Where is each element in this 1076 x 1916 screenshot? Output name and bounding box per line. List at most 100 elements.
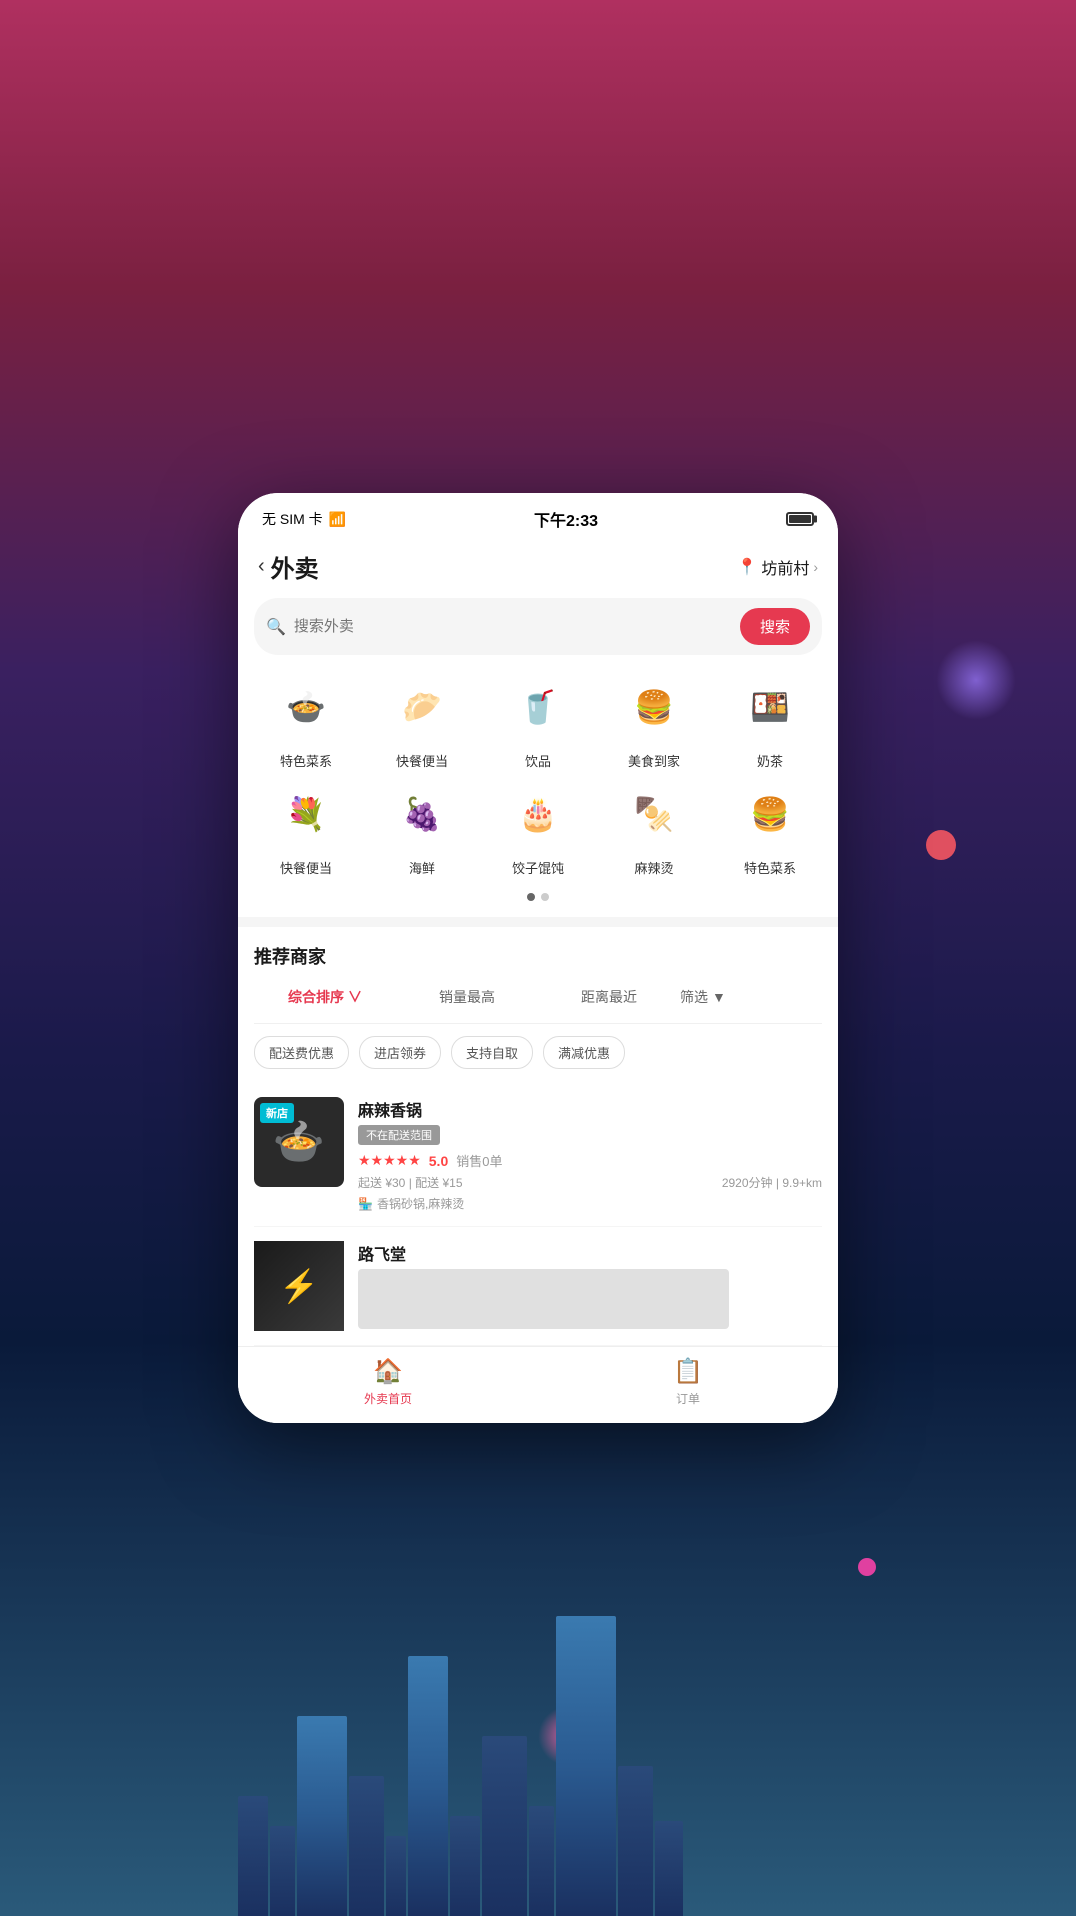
filter-tags: 配送费优惠 进店领券 支持自取 满减优惠 [254,1036,822,1069]
category-item-mala[interactable]: 🍢 麻辣烫 [604,778,704,877]
sort-filter[interactable]: 筛选 ▼ [680,983,822,1011]
category-label-tejiacai: 特色菜系 [280,751,332,770]
restaurant-img-lufeiting: ⚡ [254,1241,344,1331]
phone-container: 无 SIM 卡 📶 下午2:33 ‹ 外卖 📍 坊前村 › 🔍 搜索 [238,493,838,1423]
category-label-haixian: 海鲜 [409,858,435,877]
kuaican2-icon: 💐 [270,778,342,850]
orders-icon: 📋 [673,1357,703,1386]
merchants-title: 推荐商家 [254,943,822,969]
dot-2 [541,893,549,901]
category-img-tejiacai: 🍲 [270,671,342,743]
kuaican-icon: 🥟 [386,671,458,743]
dot-1 [527,893,535,901]
search-button[interactable]: 搜索 [740,608,810,645]
category-item-tejiacai2[interactable]: 🍔 特色菜系 [720,778,820,877]
search-input[interactable] [294,618,732,635]
stars-mala: ★★★★★ [358,1152,421,1169]
food-types-text-mala: 香锅砂锅,麻辣烫 [377,1195,464,1212]
sort-distance[interactable]: 距离最近 [538,983,680,1011]
sort-distance-label: 距离最近 [581,989,637,1005]
category-item-haixian[interactable]: 🍇 海鲜 [372,778,472,877]
distance-time-mala: 2920分钟 | 9.9+km [722,1174,822,1191]
category-section: 🍲 特色菜系 🥟 快餐便当 🥤 饮品 🍔 美食到家 [238,671,838,917]
category-label-tejiacai2: 特色菜系 [744,858,796,877]
category-img-kuaican: 🥟 [386,671,458,743]
status-right [786,512,814,526]
new-badge: 新店 [260,1103,294,1123]
tejiacai2-icon: 🍔 [734,778,806,850]
category-label-kuaican: 快餐便当 [396,751,448,770]
home-icon: 🏠 [373,1357,403,1386]
filter-tag-discount[interactable]: 满减优惠 [543,1036,625,1069]
restaurant-info-lufeiting: 路飞堂 [358,1241,822,1331]
nav-label-home: 外卖首页 [364,1390,412,1407]
nav-label-orders: 订单 [676,1390,700,1407]
category-item-kuaican[interactable]: 🥟 快餐便当 [372,671,472,770]
filter-tag-self-pickup[interactable]: 支持自取 [451,1036,533,1069]
category-item-nacha[interactable]: 🍱 奶茶 [720,671,820,770]
sim-status: 无 SIM 卡 [262,509,323,529]
bottom-nav: 🏠 外卖首页 📋 订单 [238,1346,838,1423]
search-icon: 🔍 [266,617,286,637]
category-item-jiaozi[interactable]: 🎂 饺子馄饨 [488,778,588,877]
lufeiting-placeholder [358,1269,729,1329]
status-left: 无 SIM 卡 📶 [262,509,346,529]
bg-orb-purple [936,640,1016,720]
battery-fill [789,515,811,523]
category-label-meishi: 美食到家 [628,751,680,770]
category-item-kuaican2[interactable]: 💐 快餐便当 [256,778,356,877]
category-label-kuaican2: 快餐便当 [280,858,332,877]
category-label-mala: 麻辣烫 [634,858,673,877]
category-img-nacha: 🍱 [734,671,806,743]
filter-tag-delivery-fee[interactable]: 配送费优惠 [254,1036,349,1069]
restaurant-card-lufeiting[interactable]: ⚡ 路飞堂 [254,1227,822,1346]
location-pin-icon: 📍 [737,557,757,577]
nav-item-orders[interactable]: 📋 订单 [538,1357,838,1407]
restaurant-name-lufeiting: 路飞堂 [358,1241,822,1265]
category-img-haixian: 🍇 [386,778,458,850]
sort-sales[interactable]: 销量最高 [396,983,538,1011]
restaurant-img-mala: 新店 🍲 [254,1097,344,1187]
sales-mala: 销售0单 [456,1151,502,1170]
lufeiting-icon: ⚡ [279,1267,319,1305]
meishi-icon: 🍔 [618,671,690,743]
restaurant-info-mala: 麻辣香锅 不在配送范围 ★★★★★ 5.0 销售0单 起送 ¥30 | 配送 ¥… [358,1097,822,1212]
location-selector[interactable]: 📍 坊前村 › [737,555,818,579]
location-arrow-icon: › [813,559,818,575]
city-skyline [238,1566,838,1916]
battery-icon [786,512,814,526]
bg-orb-pink [858,1558,876,1576]
category-item-tejiacai[interactable]: 🍲 特色菜系 [256,671,356,770]
category-item-meishi[interactable]: 🍔 美食到家 [604,671,704,770]
filter-tag-coupon[interactable]: 进店领券 [359,1036,441,1069]
category-img-meishi: 🍔 [618,671,690,743]
sort-comprehensive-label: 综合排序 [288,989,344,1005]
category-label-yinpin: 饮品 [525,751,551,770]
rating-score-mala: 5.0 [429,1153,448,1169]
wifi-icon: 📶 [329,511,346,528]
section-divider [238,917,838,927]
rating-row-mala: ★★★★★ 5.0 销售0单 [358,1151,822,1170]
category-img-tejiacai2: 🍔 [734,778,806,850]
back-button[interactable]: ‹ [258,555,265,578]
header-left: ‹ 外卖 [258,549,319,584]
sort-filter-label: 筛选 [680,987,708,1007]
nav-item-home[interactable]: 🏠 外卖首页 [238,1357,538,1407]
delivery-info-mala: 起送 ¥30 | 配送 ¥15 2920分钟 | 9.9+km [358,1174,822,1191]
shop-icon: 🏪 [358,1197,373,1211]
page-title: 外卖 [271,549,319,584]
category-img-kuaican2: 💐 [270,778,342,850]
category-img-mala: 🍢 [618,778,690,850]
tejiacai-icon: 🍲 [270,671,342,743]
jiaozi-icon: 🎂 [502,778,574,850]
sort-sales-label: 销量最高 [439,989,495,1005]
restaurant-card-mala[interactable]: 新店 🍲 麻辣香锅 不在配送范围 ★★★★★ 5.0 销售0单 起送 ¥30 |… [254,1083,822,1227]
mala-icon: 🍢 [618,778,690,850]
sort-comprehensive[interactable]: 综合排序 ∨ [254,983,396,1011]
status-time: 下午2:33 [534,507,598,531]
category-img-yinpin: 🥤 [502,671,574,743]
merchants-section: 推荐商家 综合排序 ∨ 销量最高 距离最近 筛选 ▼ 配送费优惠 进店领券 支持… [238,927,838,1346]
category-item-yinpin[interactable]: 🥤 饮品 [488,671,588,770]
page-dots [248,885,828,917]
category-img-jiaozi: 🎂 [502,778,574,850]
